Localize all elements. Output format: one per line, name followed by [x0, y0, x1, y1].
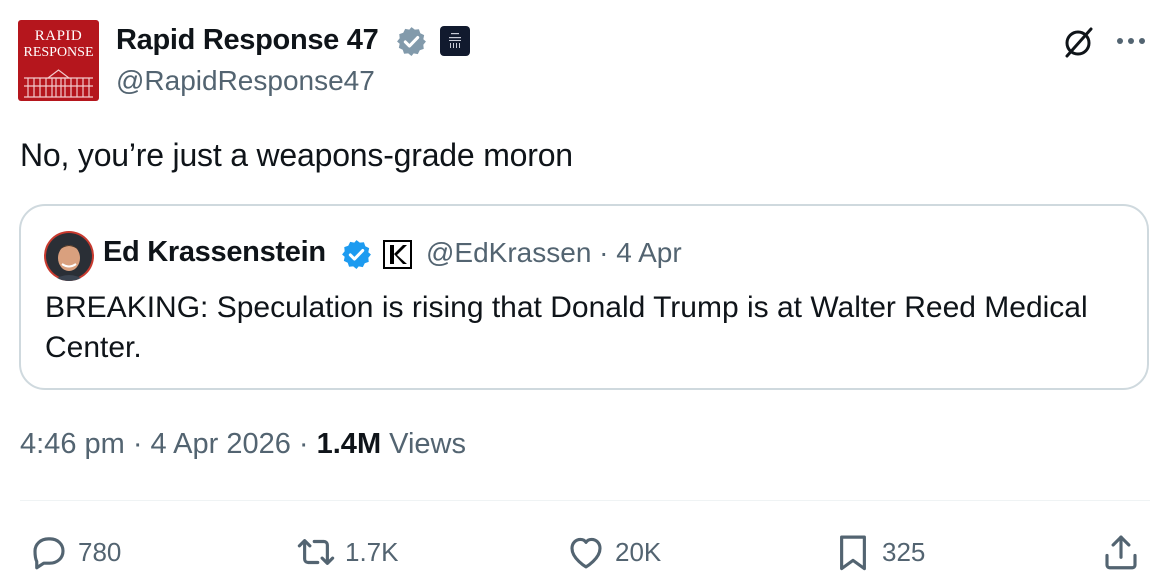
- white-house-icon: [24, 69, 93, 98]
- like-count: 20K: [615, 536, 662, 567]
- reply-count: 780: [78, 536, 122, 567]
- affiliate-badge-icon: [440, 26, 470, 56]
- quoted-handle-date: @EdKrassen · 4 Apr: [426, 237, 682, 268]
- author-avatar[interactable]: RAPID RESPONSE: [18, 20, 99, 101]
- reply-button[interactable]: 780: [28, 531, 121, 573]
- avatar-logo-line2: RESPONSE: [23, 45, 94, 60]
- bookmark-count: 325: [882, 536, 926, 567]
- tweet-text: No, you’re just a weapons-grade moron: [20, 137, 573, 173]
- verified-badge-icon: [397, 27, 426, 56]
- tweet-timestamp[interactable]: 4:46 pm · 4 Apr 2026 ·: [20, 428, 317, 460]
- views-label: Views: [381, 428, 466, 460]
- quoted-author-avatar[interactable]: [44, 231, 94, 281]
- author-display-name[interactable]: Rapid Response 47: [116, 24, 379, 57]
- grok-icon[interactable]: [1060, 24, 1096, 60]
- repost-count: 1.7K: [345, 536, 399, 567]
- tweet-timestamp-row: 4:46 pm · 4 Apr 2026 · 1.4M Views: [20, 428, 466, 461]
- affiliate-badge-icon: [383, 240, 412, 269]
- share-icon[interactable]: [1100, 531, 1142, 573]
- views-count: 1.4M: [316, 428, 382, 460]
- reply-icon: [33, 537, 65, 570]
- like-icon: [570, 537, 602, 569]
- avatar-logo-line1: RAPID: [34, 28, 83, 44]
- author-handle[interactable]: @RapidResponse47: [116, 65, 375, 97]
- bookmark-button[interactable]: 325: [832, 531, 925, 573]
- repost-icon: [297, 539, 335, 565]
- verified-badge-icon: [342, 240, 371, 269]
- like-button[interactable]: 20K: [565, 531, 661, 573]
- repost-button[interactable]: 1.7K: [295, 531, 399, 573]
- quoted-tweet-text: BREAKING: Speculation is rising that Don…: [45, 291, 1088, 364]
- more-icon[interactable]: [1112, 26, 1150, 56]
- quoted-author-name[interactable]: Ed Krassenstein: [103, 236, 326, 269]
- bookmark-icon: [840, 535, 866, 571]
- divider: [20, 500, 1150, 501]
